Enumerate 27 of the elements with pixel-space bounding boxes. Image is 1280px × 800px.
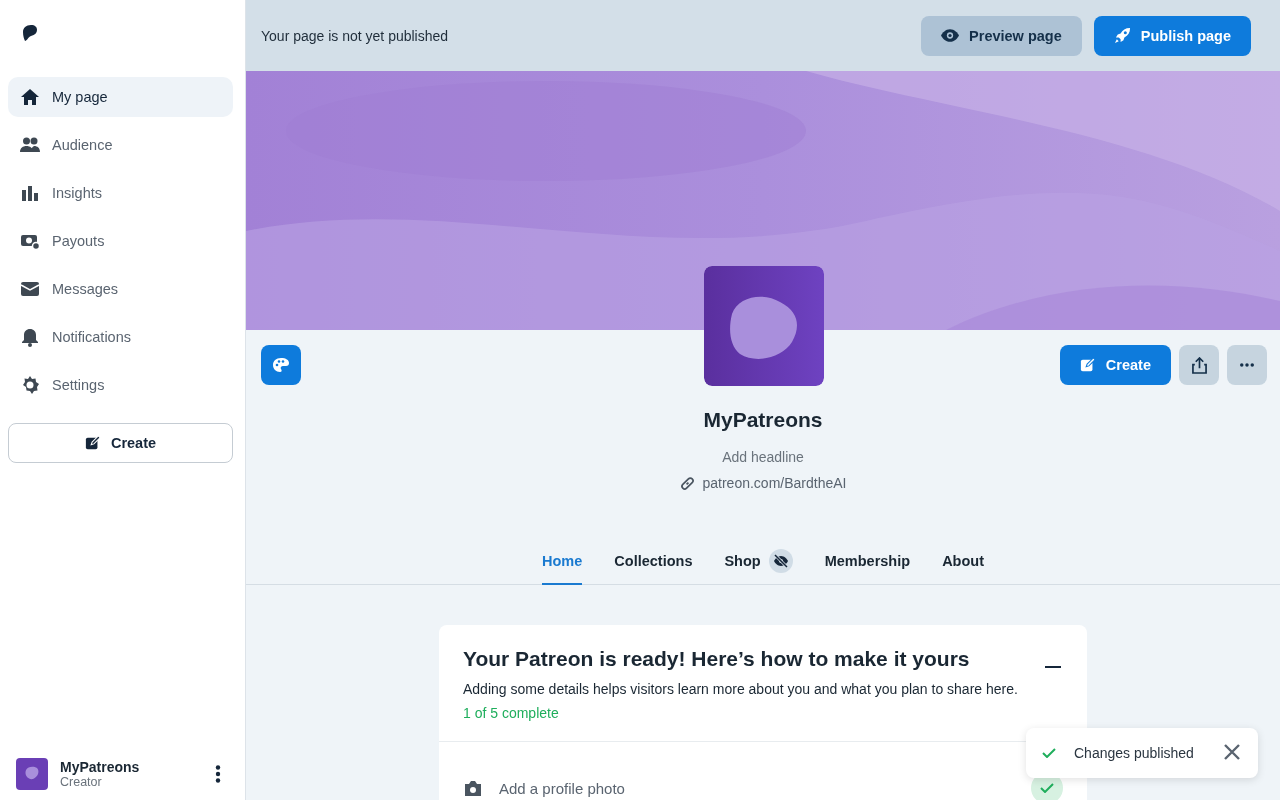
account-name: MyPatreons [60, 759, 141, 775]
nav-item[interactable]: Settings [8, 365, 233, 405]
progress-text: 1 of 5 complete [463, 705, 560, 721]
toast-message: Changes published [1074, 745, 1195, 761]
tab[interactable]: About [942, 545, 984, 585]
tab[interactable]: Home [542, 545, 583, 585]
nav-item[interactable]: Audience [8, 125, 233, 165]
tab[interactable]: Shop [724, 545, 793, 585]
publish-button[interactable]: Publish page [1093, 15, 1251, 56]
preview-button[interactable]: Preview page [921, 15, 1082, 56]
checklist-description: Adding some details helps visitors learn more about you and what you plan to share here. [463, 681, 1019, 697]
publish-status: Your page is not yet published [261, 27, 450, 44]
nav-item[interactable]: Notifications [8, 317, 233, 357]
checklist-item[interactable]: Add a profile photo [499, 779, 1015, 797]
tab[interactable]: Membership [824, 545, 911, 585]
tab[interactable]: Collections [614, 545, 693, 585]
page-link[interactable]: patreon.com/BardtheAI [702, 475, 847, 491]
nav-item[interactable]: My page [8, 77, 233, 117]
checklist-title: Your Patreon is ready! Here’s how to make it yours [463, 647, 971, 671]
profile-name: MyPatreons [703, 408, 823, 432]
create-button[interactable]: Create [8, 423, 233, 463]
create-button[interactable]: Create [1059, 345, 1171, 385]
headline-prompt[interactable]: Add headline [722, 449, 804, 465]
account-role: Creator [60, 775, 103, 789]
nav-item[interactable]: Messages [8, 269, 233, 309]
nav-item[interactable]: Payouts [8, 221, 233, 261]
nav-item[interactable]: Insights [8, 173, 233, 213]
